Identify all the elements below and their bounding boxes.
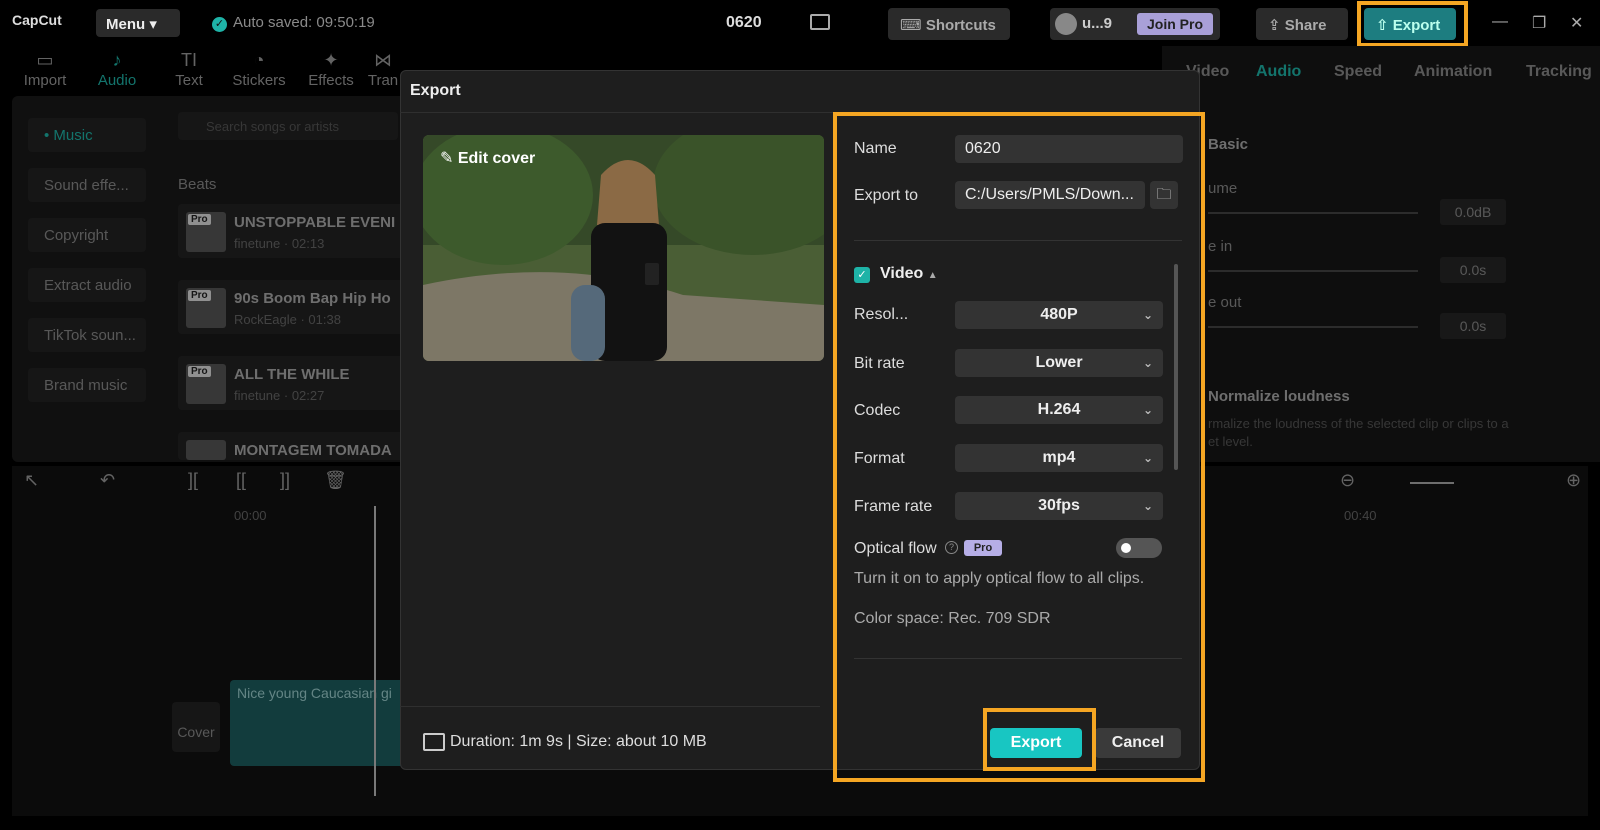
join-pro-button[interactable]: Join Pro [1137, 13, 1213, 35]
project-title[interactable]: 0620 [726, 14, 762, 32]
divider [400, 706, 820, 707]
shortcuts-button[interactable]: ⌨ Shortcuts [888, 8, 1010, 40]
menu-button[interactable]: Menu ▾ [96, 9, 180, 37]
highlight-settings [833, 112, 1205, 782]
menu-label: Menu [106, 16, 146, 33]
edit-cover-button[interactable]: ✎ Edit cover [440, 148, 535, 168]
share-label: Share [1284, 17, 1327, 34]
app-logo: CapCut [12, 12, 62, 28]
film-icon [423, 733, 445, 751]
duration-size-info: Duration: 1m 9s | Size: about 10 MB [450, 733, 707, 750]
avatar[interactable] [1055, 13, 1077, 35]
cover-illustration [423, 135, 824, 361]
autosave-status: ✓ Auto saved: 09:50:19 [212, 14, 375, 32]
maximize-icon[interactable]: ❐ [1532, 13, 1546, 33]
close-icon[interactable]: ✕ [1570, 13, 1583, 33]
edit-cover-label: Edit cover [457, 150, 536, 167]
highlight-export-button [983, 708, 1096, 771]
cover-image[interactable] [423, 135, 824, 361]
highlight-top-export [1357, 1, 1468, 47]
dialog-title: Export [410, 82, 461, 99]
autosave-text: Auto saved: 09:50:19 [233, 14, 375, 31]
layout-icon[interactable] [810, 14, 830, 30]
minimize-icon[interactable]: — [1492, 13, 1508, 31]
check-icon: ✓ [212, 17, 227, 32]
username: u...9 [1082, 15, 1113, 32]
shortcuts-label: Shortcuts [925, 17, 996, 34]
share-button[interactable]: ⇪ Share [1256, 8, 1348, 40]
